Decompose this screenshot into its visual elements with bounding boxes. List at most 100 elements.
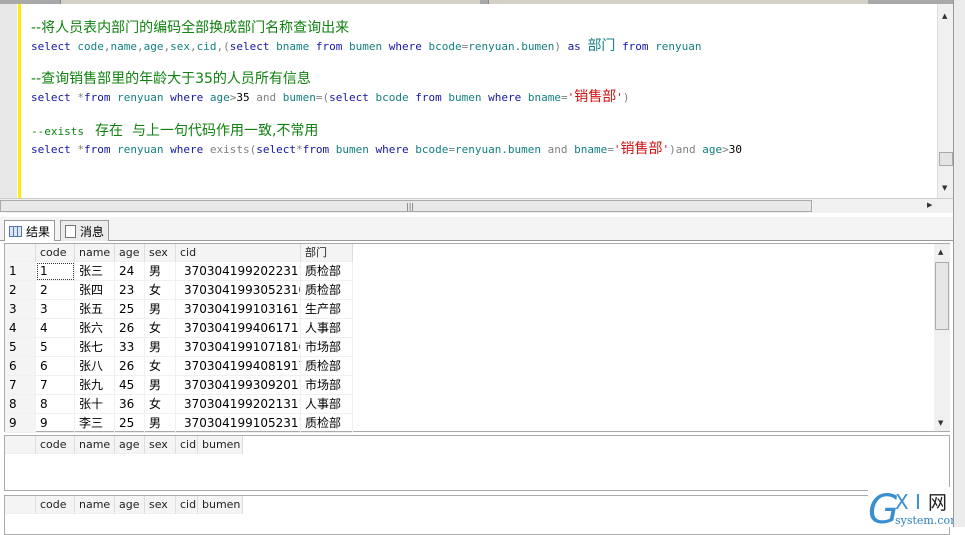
- grid-cell[interactable]: 张九: [75, 376, 115, 395]
- grid-cell[interactable]: 男: [145, 338, 176, 357]
- editor-vertical-scrollbar[interactable]: ▲ ▼: [937, 4, 953, 198]
- column-header[interactable]: cid: [176, 244, 301, 262]
- grid-cell[interactable]: 370304199309201178: [176, 376, 301, 395]
- grid-cell[interactable]: 张八: [75, 357, 115, 376]
- grid-cell[interactable]: 5: [36, 338, 75, 357]
- scroll-thumb[interactable]: |||: [0, 200, 812, 212]
- column-header[interactable]: name: [75, 496, 115, 514]
- editor-horizontal-scrollbar[interactable]: ||| ▶: [0, 198, 953, 213]
- results-grid-2[interactable]: code name age sex cid bumen: [4, 435, 950, 491]
- grid-cell[interactable]: 370304199202231189: [176, 262, 301, 281]
- tab-messages[interactable]: 消息: [60, 220, 110, 241]
- column-header[interactable]: sex: [145, 244, 176, 262]
- grid-cell[interactable]: 张十: [75, 395, 115, 414]
- column-header[interactable]: name: [75, 244, 115, 262]
- column-header[interactable]: cid: [176, 436, 198, 454]
- column-header[interactable]: 部门: [301, 244, 353, 262]
- grid-cell[interactable]: 质检部: [301, 262, 353, 281]
- scroll-down-icon[interactable]: ▼: [942, 184, 947, 192]
- column-header[interactable]: bumen: [198, 436, 243, 454]
- row-number[interactable]: 8: [5, 395, 36, 414]
- scroll-thumb[interactable]: [935, 262, 949, 330]
- grid-cell[interactable]: 25: [115, 300, 145, 319]
- scroll-thumb[interactable]: [939, 152, 953, 166]
- grid-cell[interactable]: 张五: [75, 300, 115, 319]
- column-header[interactable]: sex: [145, 496, 176, 514]
- grid-cell[interactable]: 4: [36, 319, 75, 338]
- grid-cell[interactable]: 人事部: [301, 395, 353, 414]
- row-number[interactable]: 3: [5, 300, 36, 319]
- column-header[interactable]: age: [115, 496, 145, 514]
- grid-vertical-scrollbar[interactable]: ▲ ▼: [934, 244, 950, 431]
- column-header[interactable]: bumen: [198, 496, 243, 514]
- grid-cell[interactable]: 2: [36, 281, 75, 300]
- grid-cell[interactable]: 生产部: [301, 300, 353, 319]
- grid-cell[interactable]: 男: [145, 300, 176, 319]
- corner-cell[interactable]: [5, 496, 36, 514]
- results-grid-1[interactable]: ▲ ▼ code name age sex cid 部门 1 1 张三 24 男 3703041992…: [4, 243, 950, 433]
- grid-cell[interactable]: 女: [145, 357, 176, 376]
- grid-cell[interactable]: 24: [115, 262, 145, 281]
- grid-cell[interactable]: 6: [36, 357, 75, 376]
- grid-cell[interactable]: 370304199103161189: [176, 300, 301, 319]
- corner-cell[interactable]: [5, 436, 36, 454]
- grid-cell[interactable]: 370304199107181669: [176, 338, 301, 357]
- grid-cell[interactable]: 3: [36, 300, 75, 319]
- grid-cell[interactable]: 33: [115, 338, 145, 357]
- grid-cell[interactable]: 市场部: [301, 376, 353, 395]
- row-number[interactable]: 2: [5, 281, 36, 300]
- grid-cell[interactable]: 370304199408191769: [176, 357, 301, 376]
- column-header[interactable]: age: [115, 244, 145, 262]
- scroll-up-icon[interactable]: ▲: [942, 12, 947, 20]
- grid-cell[interactable]: 23: [115, 281, 145, 300]
- grid-cell[interactable]: 张四: [75, 281, 115, 300]
- column-header[interactable]: age: [115, 436, 145, 454]
- grid-cell[interactable]: 张三: [75, 262, 115, 281]
- grid-cell[interactable]: 9: [36, 414, 75, 433]
- row-number[interactable]: 7: [5, 376, 36, 395]
- grid-cell[interactable]: 张七: [75, 338, 115, 357]
- grid-cell[interactable]: 370304199105231156: [176, 414, 301, 433]
- column-header[interactable]: cid: [176, 496, 198, 514]
- grid-cell[interactable]: 370304199202131199: [176, 395, 301, 414]
- corner-cell[interactable]: [5, 244, 36, 262]
- column-header[interactable]: code: [36, 244, 75, 262]
- column-header[interactable]: sex: [145, 436, 176, 454]
- row-number[interactable]: 6: [5, 357, 36, 376]
- row-number[interactable]: 1: [5, 262, 36, 281]
- grid-cell[interactable]: 1: [36, 262, 75, 281]
- grid-cell[interactable]: 男: [145, 414, 176, 433]
- grid-cell[interactable]: 26: [115, 357, 145, 376]
- grid-cell[interactable]: 26: [115, 319, 145, 338]
- sql-editor[interactable]: --将人员表内部门的编码全部换成部门名称查询出来 select code,name…: [0, 4, 953, 198]
- grid-cell[interactable]: 市场部: [301, 338, 353, 357]
- scroll-up-icon[interactable]: ▲: [938, 248, 943, 256]
- grid-cell[interactable]: 质检部: [301, 281, 353, 300]
- grid-cell[interactable]: 36: [115, 395, 145, 414]
- grid-cell[interactable]: 张六: [75, 319, 115, 338]
- grid-cell[interactable]: 女: [145, 319, 176, 338]
- column-header[interactable]: name: [75, 436, 115, 454]
- tab-results[interactable]: 结果: [4, 220, 56, 241]
- row-number[interactable]: 4: [5, 319, 36, 338]
- grid-cell[interactable]: 女: [145, 395, 176, 414]
- row-number[interactable]: 9: [5, 414, 36, 433]
- grid-cell[interactable]: 45: [115, 376, 145, 395]
- scroll-right-icon[interactable]: ▶: [927, 201, 932, 209]
- grid-cell[interactable]: 男: [145, 376, 176, 395]
- grid-cell[interactable]: 李三: [75, 414, 115, 433]
- row-number[interactable]: 5: [5, 338, 36, 357]
- grid-cell[interactable]: 370304199305231089: [176, 281, 301, 300]
- grid-cell[interactable]: 7: [36, 376, 75, 395]
- grid-cell[interactable]: 8: [36, 395, 75, 414]
- grid-cell[interactable]: 370304199406171179: [176, 319, 301, 338]
- column-header[interactable]: code: [36, 436, 75, 454]
- grid-cell[interactable]: 男: [145, 262, 176, 281]
- grid-cell[interactable]: 质检部: [301, 414, 353, 433]
- grid-cell[interactable]: 女: [145, 281, 176, 300]
- scroll-down-icon[interactable]: ▼: [938, 419, 943, 427]
- grid-cell[interactable]: 人事部: [301, 319, 353, 338]
- grid-cell[interactable]: 质检部: [301, 357, 353, 376]
- grid-cell[interactable]: 25: [115, 414, 145, 433]
- column-header[interactable]: code: [36, 496, 75, 514]
